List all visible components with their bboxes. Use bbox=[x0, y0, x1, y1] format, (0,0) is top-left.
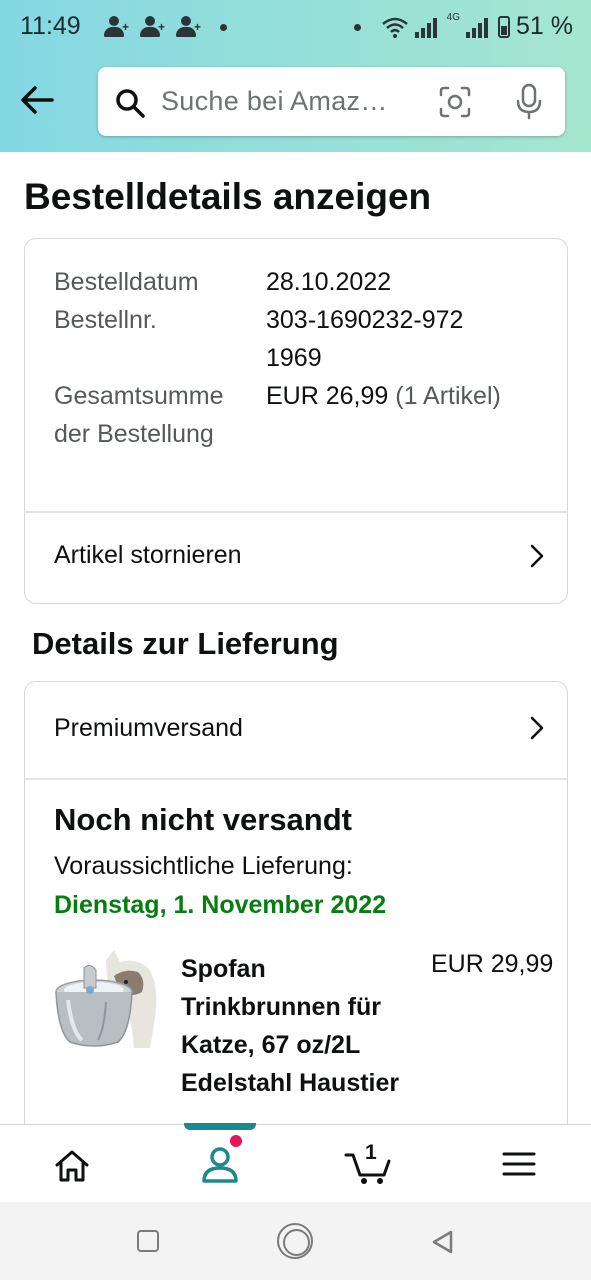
system-navigation-bar bbox=[0, 1202, 591, 1280]
shipping-method-label: Premiumversand bbox=[54, 714, 243, 742]
network-type: 4G bbox=[446, 12, 461, 23]
cancel-items-label: Artikel stornieren bbox=[54, 541, 242, 569]
order-number-label: Bestellnr. bbox=[54, 306, 157, 334]
delivery-heading: Details zur Lieferung bbox=[32, 626, 339, 661]
order-item-count: (1 Artikel) bbox=[395, 382, 501, 410]
search-icon[interactable] bbox=[114, 87, 146, 119]
app-header: 11:49 + + + 4G 51 % Suche bei Amaz… bbox=[0, 0, 591, 152]
status-time: 11:49 bbox=[20, 12, 81, 40]
camera-scan-icon[interactable] bbox=[438, 85, 472, 119]
order-date-label: Bestelldatum bbox=[54, 268, 199, 296]
chevron-right-icon bbox=[530, 716, 544, 740]
order-total-row: Gesamtsumme der Bestellung EUR 26,99 (1 … bbox=[54, 377, 547, 453]
shipment-status: Noch nicht versandt bbox=[54, 802, 352, 837]
battery-icon bbox=[498, 15, 511, 38]
microphone-icon[interactable] bbox=[514, 83, 544, 121]
bottom-navigation: 1 bbox=[0, 1123, 591, 1203]
status-bar: 11:49 + + + 4G 51 % bbox=[0, 0, 591, 56]
person-add-icon: + bbox=[104, 14, 130, 40]
nav-account[interactable] bbox=[180, 1125, 260, 1203]
recent-apps-icon[interactable] bbox=[137, 1230, 159, 1252]
battery-percent: 51 % bbox=[516, 12, 573, 40]
notification-dot-icon bbox=[220, 24, 227, 31]
divider bbox=[25, 778, 567, 780]
delivery-card: Premiumversand Noch nicht versandt Vorau… bbox=[24, 681, 568, 1151]
search-bar[interactable]: Suche bei Amaz… bbox=[98, 67, 565, 136]
back-triangle-icon[interactable] bbox=[430, 1229, 454, 1255]
delivery-eta-label: Voraussichtliche Lieferung: bbox=[54, 852, 353, 880]
order-date-value: 28.10.2022 bbox=[266, 268, 392, 296]
home-icon bbox=[55, 1150, 89, 1182]
back-arrow-icon[interactable] bbox=[18, 80, 58, 120]
delivery-eta-date: Dienstag, 1. November 2022 bbox=[54, 891, 387, 919]
signal-icon bbox=[414, 16, 441, 38]
status-right: 4G 51 % bbox=[381, 12, 573, 41]
signal-icon bbox=[466, 16, 492, 38]
nav-cart[interactable]: 1 bbox=[330, 1125, 410, 1203]
shipping-method-link[interactable]: Premiumversand bbox=[25, 682, 567, 778]
product-name[interactable]: Spofan Trinkbrunnen für Katze, 67 oz/2L … bbox=[181, 950, 421, 1102]
nav-menu[interactable] bbox=[478, 1125, 558, 1203]
notification-badge bbox=[230, 1135, 242, 1147]
order-total-amount: EUR 26,99 bbox=[266, 382, 389, 410]
search-input[interactable]: Suche bei Amaz… bbox=[161, 86, 388, 117]
product-image[interactable] bbox=[54, 948, 158, 1052]
order-number-row: Bestellnr. 303-1690232-9721969 bbox=[54, 301, 547, 377]
person-add-icon: + bbox=[176, 14, 202, 40]
product-item[interactable]: Spofan Trinkbrunnen für Katze, 67 oz/2L … bbox=[54, 948, 567, 1148]
chevron-right-icon bbox=[530, 544, 544, 568]
nav-home[interactable] bbox=[32, 1125, 112, 1203]
cart-count: 1 bbox=[365, 1141, 377, 1164]
order-total-label: Gesamtsumme der Bestellung bbox=[54, 382, 224, 448]
cancel-items-link[interactable]: Artikel stornieren bbox=[25, 513, 567, 603]
status-dot-icon bbox=[354, 24, 361, 31]
order-number-value: 303-1690232-9721969 bbox=[266, 306, 464, 372]
page-title: Bestelldetails anzeigen bbox=[24, 176, 432, 217]
order-info: Bestelldatum 28.10.2022 Bestellnr. 303-1… bbox=[54, 263, 547, 453]
order-summary-card: Bestelldatum 28.10.2022 Bestellnr. 303-1… bbox=[24, 238, 568, 604]
notification-icons: + + + bbox=[104, 14, 202, 40]
order-total-value: EUR 26,99 (1 Artikel) bbox=[266, 377, 501, 453]
product-price: EUR 29,99 bbox=[431, 950, 554, 978]
person-add-icon: + bbox=[140, 14, 166, 40]
order-date-row: Bestelldatum 28.10.2022 bbox=[54, 263, 547, 301]
wifi-icon bbox=[381, 17, 408, 38]
person-icon bbox=[202, 1147, 238, 1183]
hamburger-menu-icon bbox=[502, 1152, 536, 1176]
home-button-icon[interactable] bbox=[277, 1223, 313, 1259]
